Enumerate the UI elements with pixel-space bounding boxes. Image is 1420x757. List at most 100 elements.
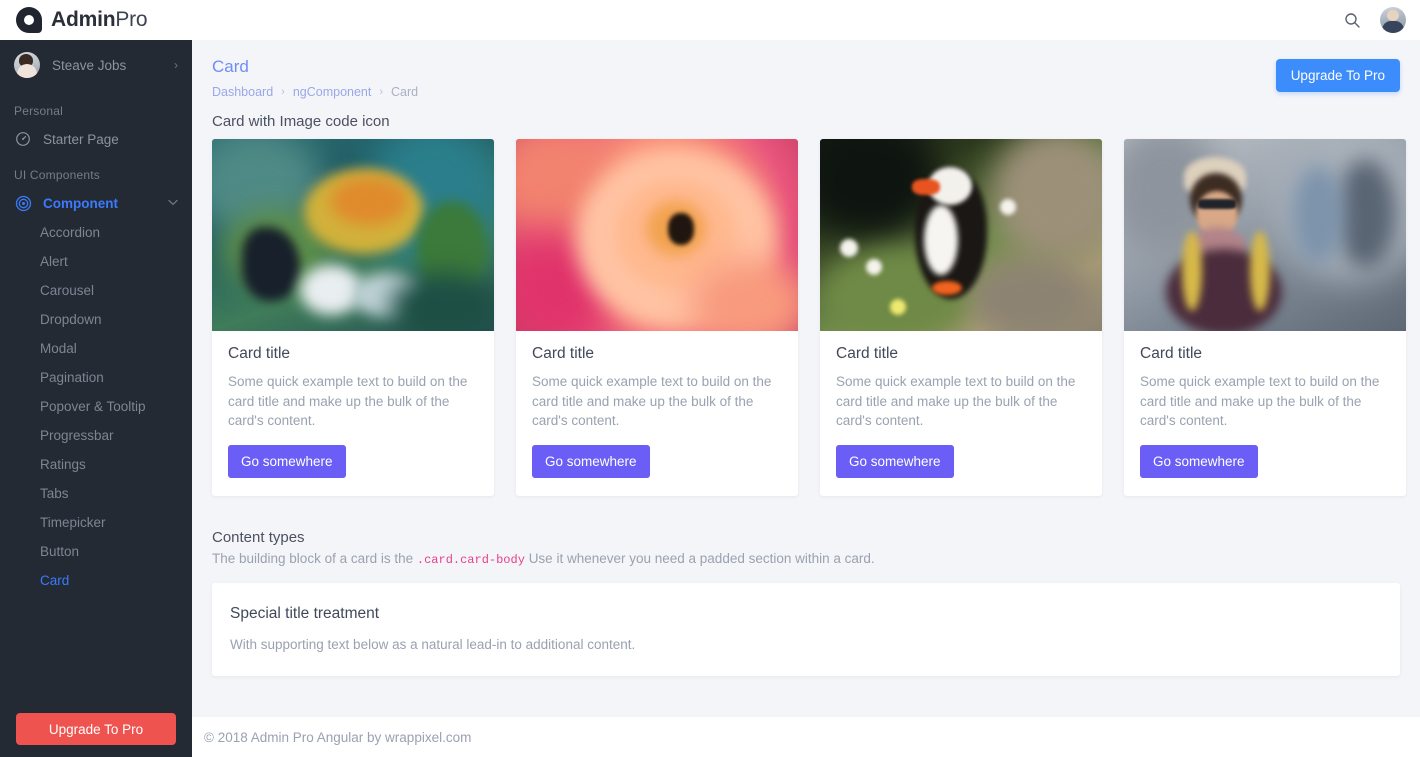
sidebar-item-tabs[interactable]: Tabs xyxy=(0,479,192,508)
avatar[interactable] xyxy=(1380,7,1406,33)
sidebar-item-progressbar[interactable]: Progressbar xyxy=(0,421,192,450)
content-types-description: The building block of a card is the .car… xyxy=(212,551,1400,567)
card-text: Some quick example text to build on the … xyxy=(836,374,1076,429)
panel-title: Special title treatment xyxy=(230,604,380,622)
content-types-heading: Content types xyxy=(212,528,305,546)
breadcrumb-item-ngcomponent[interactable]: ngComponent xyxy=(293,85,372,99)
sidebar-item-label: Carousel xyxy=(40,283,95,298)
chevron-right-icon: › xyxy=(174,58,178,72)
crab-photo xyxy=(212,139,494,331)
sidebar-item-label: Button xyxy=(40,544,80,559)
sidebar-item-label: Accordion xyxy=(40,225,101,240)
sidebar-item-card[interactable]: Card xyxy=(0,566,192,595)
go-somewhere-button[interactable]: Go somewhere xyxy=(532,444,650,478)
sidebar-item-label: Component xyxy=(43,195,118,211)
card-title: Card title xyxy=(532,345,595,362)
sidebar-item-component[interactable]: Component xyxy=(0,188,192,218)
sidebar-item-label: Timepicker xyxy=(40,515,106,530)
man-with-hat-photo xyxy=(1124,139,1406,331)
card-grid: Card title Some quick example text to bu… xyxy=(192,139,1420,496)
top-navbar: AdminPro xyxy=(0,0,1420,40)
card: Card title Some quick example text to bu… xyxy=(212,139,494,496)
sidebar-profile[interactable]: Steave Jobs › xyxy=(0,40,192,90)
rose-flower-photo xyxy=(516,139,798,331)
inline-code: .card.card-body xyxy=(416,552,525,567)
sidebar-item-carousel[interactable]: Carousel xyxy=(0,276,192,305)
sidebar-item-accordion[interactable]: Accordion xyxy=(0,218,192,247)
upgrade-to-pro-button[interactable]: Upgrade To Pro xyxy=(1275,59,1400,92)
sidebar-item-label: Progressbar xyxy=(40,428,114,443)
footer: © 2018 Admin Pro Angular by wrappixel.co… xyxy=(192,717,1420,757)
sidebar-item-dropdown[interactable]: Dropdown xyxy=(0,305,192,334)
sidebar-item-timepicker[interactable]: Timepicker xyxy=(0,508,192,537)
brand-logo[interactable]: AdminPro xyxy=(0,7,148,33)
sidebar: Steave Jobs › Personal Starter Page UI C… xyxy=(0,40,192,757)
sidebar-item-label: Modal xyxy=(40,341,77,356)
section-heading: Card with Image code icon xyxy=(212,113,390,130)
card-body: Card title Some quick example text to bu… xyxy=(1124,331,1406,496)
breadcrumb: Dashboard › ngComponent › Card xyxy=(212,85,418,99)
card-body: Card title Some quick example text to bu… xyxy=(212,331,494,496)
sidebar-item-label: Alert xyxy=(40,254,68,269)
sidebar-subitems: Accordion Alert Carousel Dropdown Modal … xyxy=(0,218,192,595)
sidebar-item-label: Starter Page xyxy=(43,131,119,147)
sidebar-section-personal: Personal xyxy=(14,104,63,118)
card-body: Card title Some quick example text to bu… xyxy=(516,331,798,496)
card-text: Some quick example text to build on the … xyxy=(532,374,772,429)
sidebar-item-label: Card xyxy=(40,573,70,588)
card-body: Card title Some quick example text to bu… xyxy=(820,331,1102,496)
go-somewhere-button[interactable]: Go somewhere xyxy=(1140,444,1258,478)
profile-name: Steave Jobs xyxy=(52,57,127,73)
sidebar-item-button[interactable]: Button xyxy=(0,537,192,566)
card-text: Some quick example text to build on the … xyxy=(228,374,468,429)
content-types-desc-after: Use it whenever you need a padded sectio… xyxy=(528,550,875,566)
footer-text: © 2018 Admin Pro Angular by wrappixel.co… xyxy=(204,729,472,745)
breadcrumb-separator-icon: › xyxy=(379,86,384,98)
card-text: Some quick example text to build on the … xyxy=(1140,374,1380,429)
card: Card title Some quick example text to bu… xyxy=(1124,139,1406,496)
breadcrumb-item-dashboard[interactable]: Dashboard xyxy=(212,85,273,99)
sidebar-item-label: Ratings xyxy=(40,457,86,472)
card: Card title Some quick example text to bu… xyxy=(516,139,798,496)
main-content: Card Dashboard › ngComponent › Card Upgr… xyxy=(192,40,1420,757)
content-types-desc-before: The building block of a card is the xyxy=(212,550,414,566)
sidebar-item-label: Dropdown xyxy=(40,312,102,327)
sidebar-section-ui-components: UI Components xyxy=(14,168,100,182)
sidebar-item-alert[interactable]: Alert xyxy=(0,247,192,276)
sidebar-item-popover-tooltip[interactable]: Popover & Tooltip xyxy=(0,392,192,421)
card-title: Card title xyxy=(1140,345,1203,362)
content-types-section: Content types The building block of a ca… xyxy=(192,496,1420,676)
page-header: Card Dashboard › ngComponent › Card Upgr… xyxy=(192,40,1420,99)
sidebar-item-starter-page[interactable]: Starter Page xyxy=(0,124,192,154)
adminpro-logo-icon xyxy=(16,7,42,33)
breadcrumb-item-card: Card xyxy=(391,85,419,99)
sidebar-upgrade-button[interactable]: Upgrade To Pro xyxy=(16,713,176,745)
sidebar-item-label: Popover & Tooltip xyxy=(40,399,146,414)
panel-text: With supporting text below as a natural … xyxy=(230,636,636,652)
brand-bold: Admin xyxy=(51,8,116,31)
sidebar-item-pagination[interactable]: Pagination xyxy=(0,363,192,392)
sidebar-item-ratings[interactable]: Ratings xyxy=(0,450,192,479)
search-icon[interactable] xyxy=(1340,8,1364,32)
go-somewhere-button[interactable]: Go somewhere xyxy=(228,444,346,478)
brand-text: AdminPro xyxy=(51,8,148,32)
go-somewhere-button[interactable]: Go somewhere xyxy=(836,444,954,478)
brand-light: Pro xyxy=(115,8,148,31)
profile-avatar xyxy=(14,52,40,78)
card-title: Card title xyxy=(836,345,899,362)
topbar-actions xyxy=(1340,7,1420,33)
card: Card title Some quick example text to bu… xyxy=(820,139,1102,496)
speedometer-icon xyxy=(14,130,32,148)
breadcrumb-separator-icon: › xyxy=(281,86,285,98)
app-root: AdminPro Steave Jobs › Personal Starter … xyxy=(0,0,1420,757)
sidebar-item-label: Pagination xyxy=(40,370,104,385)
card-title: Card title xyxy=(228,345,291,362)
sidebar-item-label: Tabs xyxy=(40,486,69,501)
puffin-bird-photo xyxy=(820,139,1102,331)
page-header-left: Card Dashboard › ngComponent › Card xyxy=(212,57,418,99)
special-title-card: Special title treatment With supporting … xyxy=(212,582,1400,676)
page-title: Card xyxy=(212,57,249,76)
sidebar-item-modal[interactable]: Modal xyxy=(0,334,192,363)
target-icon xyxy=(14,194,32,212)
chevron-down-icon xyxy=(168,197,178,209)
